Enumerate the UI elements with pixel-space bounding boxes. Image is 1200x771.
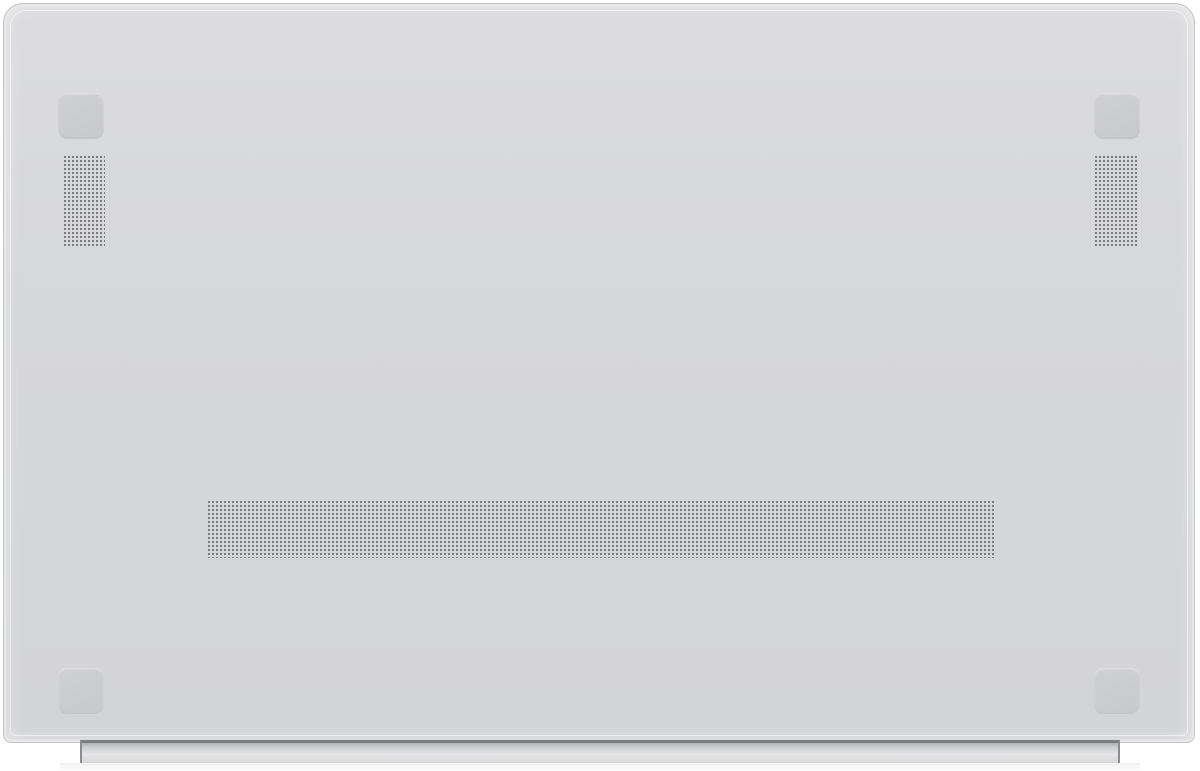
rubber-foot-top-right	[1094, 93, 1140, 139]
speaker-grille-right	[1094, 155, 1138, 247]
rubber-foot-bottom-left	[58, 668, 104, 714]
rubber-foot-top-left	[58, 93, 104, 139]
laptop-bottom-case	[3, 3, 1195, 743]
speaker-grille-left	[63, 155, 105, 247]
laptop-bottom-view	[0, 0, 1200, 771]
ventilation-grille	[207, 500, 995, 558]
rubber-foot-bottom-right	[1094, 668, 1140, 714]
hinge-base	[60, 763, 1140, 771]
